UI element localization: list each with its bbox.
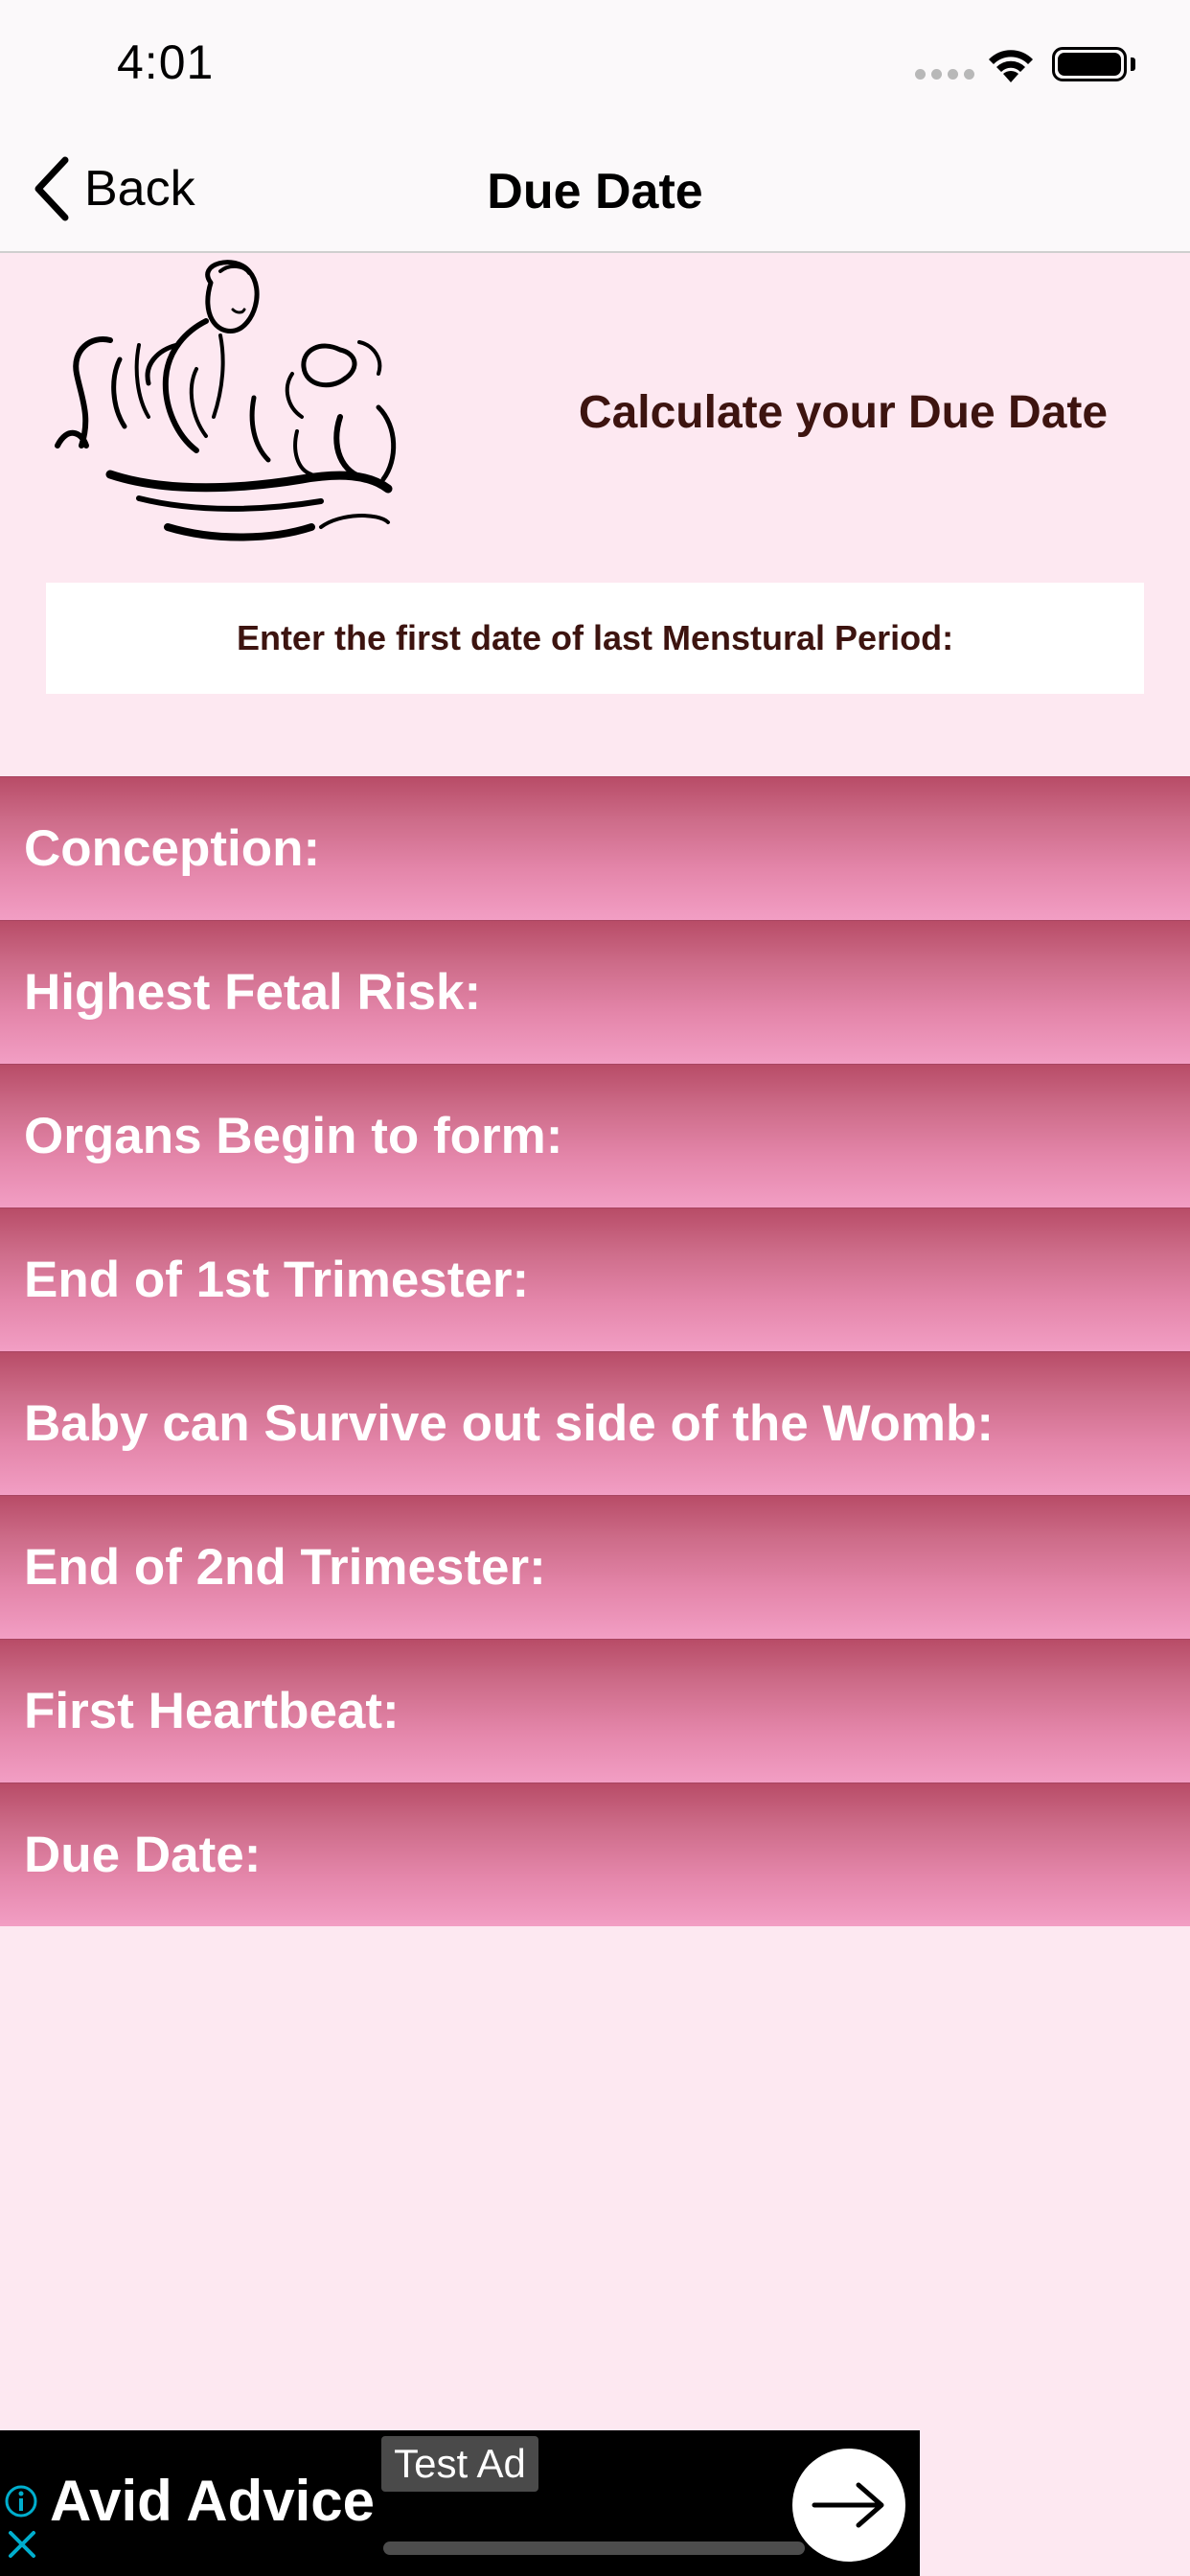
battery-tip bbox=[1131, 58, 1135, 71]
row-highest-fetal-risk: Highest Fetal Risk: bbox=[0, 920, 1190, 1064]
info-icon[interactable] bbox=[4, 2484, 38, 2518]
cellular-signal-icon bbox=[915, 69, 974, 80]
row-organs-begin: Organs Begin to form: bbox=[0, 1064, 1190, 1208]
row-end-1st-trimester: End of 1st Trimester: bbox=[0, 1208, 1190, 1351]
row-conception: Conception: bbox=[0, 776, 1190, 920]
home-indicator[interactable] bbox=[383, 2542, 805, 2555]
calculate-title: Calculate your Due Date bbox=[578, 387, 1109, 438]
row-baby-survive: Baby can Survive out side of the Womb: bbox=[0, 1351, 1190, 1495]
navigation-bar: Back Due Date bbox=[0, 125, 1190, 253]
lmp-date-input[interactable]: Enter the first date of last Menstural P… bbox=[46, 583, 1144, 694]
close-icon[interactable] bbox=[6, 2528, 38, 2561]
ad-arrow-button[interactable] bbox=[792, 2449, 905, 2562]
test-ad-badge: Test Ad bbox=[381, 2436, 538, 2492]
page-title: Due Date bbox=[487, 164, 703, 219]
mother-baby-logo bbox=[55, 260, 397, 541]
battery-icon bbox=[1052, 47, 1127, 81]
wifi-icon bbox=[989, 50, 1033, 82]
milestone-list: Conception: Highest Fetal Risk: Organs B… bbox=[0, 776, 1190, 1926]
row-first-heartbeat: First Heartbeat: bbox=[0, 1639, 1190, 1782]
status-time: 4:01 bbox=[117, 35, 215, 89]
status-bar: 4:01 bbox=[0, 0, 1190, 125]
row-end-2nd-trimester: End of 2nd Trimester: bbox=[0, 1495, 1190, 1639]
row-due-date: Due Date: bbox=[0, 1782, 1190, 1926]
arrow-right-icon bbox=[812, 2482, 884, 2528]
ad-title: Avid Advice bbox=[50, 2469, 375, 2533]
